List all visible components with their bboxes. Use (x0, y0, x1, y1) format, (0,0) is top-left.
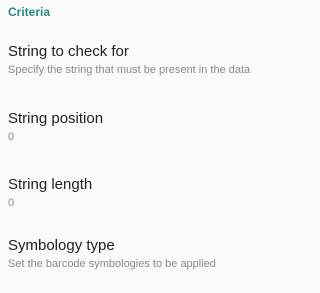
pref-title: String position (8, 110, 104, 127)
pref-item-symbology-type[interactable]: Symbology type Set the barcode symbologi… (0, 237, 285, 293)
pref-summary: 0 (8, 131, 15, 143)
pref-item-string-to-check[interactable]: String to check for Specify the string t… (0, 43, 285, 99)
pref-title: String length (8, 176, 93, 193)
pref-summary: Specify the string that must be present … (8, 64, 251, 76)
pref-summary: 0 (8, 197, 15, 209)
pref-summary: Set the barcode symbologies to be applie… (8, 258, 216, 270)
pref-item-string-position[interactable]: String position 0 (0, 110, 285, 166)
section-header-criteria: Criteria (8, 5, 51, 19)
pref-title: String to check for (8, 43, 129, 60)
pref-item-string-length[interactable]: String length 0 (0, 176, 285, 232)
pref-title: Symbology type (8, 237, 115, 254)
